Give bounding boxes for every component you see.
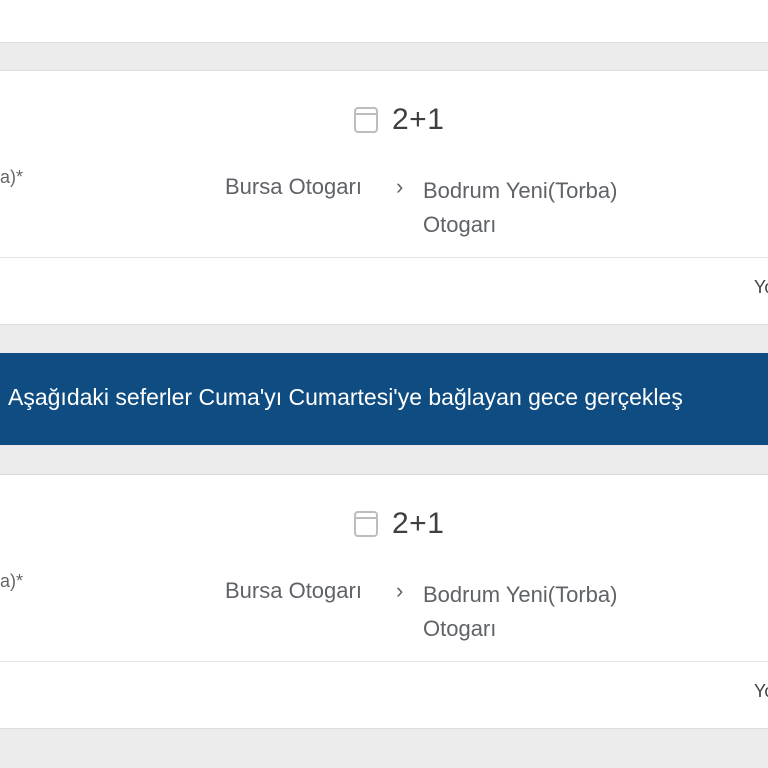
trip-card-main[interactable]: a)* 2+1 Bursa Otogarı › Bodrum Yeni(Torb… (0, 475, 768, 661)
trip-card[interactable]: a)* 2+1 Bursa Otogarı › Bodrum Yeni(Torb… (0, 474, 768, 729)
trip-left-fragment: a)* (0, 571, 24, 591)
route: Bursa Otogarı › Bodrum Yeni(Torba) Otoga… (225, 578, 685, 658)
chevron-right-icon: › (396, 174, 404, 199)
trip-right-fragment: Yo (754, 277, 768, 297)
seat-layout: 2+1 (352, 103, 444, 137)
page: a)* 2+1 Bursa Otogarı › Bodrum Yeni(Torb… (0, 0, 768, 768)
seat-icon (354, 511, 378, 537)
card-divider (0, 661, 768, 662)
seat-layout: 2+1 (352, 507, 444, 541)
trip-card[interactable]: a)* 2+1 Bursa Otogarı › Bodrum Yeni(Torb… (0, 70, 768, 325)
trip-left-fragment: a)* (0, 167, 24, 187)
notice-text: Aşağıdaki seferler Cuma'yı Cumartesi'ye … (8, 384, 683, 410)
top-bar (0, 0, 768, 43)
route: Bursa Otogarı › Bodrum Yeni(Torba) Otoga… (225, 174, 685, 254)
seat-icon (354, 107, 378, 133)
chevron-right-icon: › (396, 578, 404, 603)
card-divider (0, 257, 768, 258)
route-origin: Bursa Otogarı (225, 174, 362, 199)
trip-card-main[interactable]: a)* 2+1 Bursa Otogarı › Bodrum Yeni(Torb… (0, 71, 768, 257)
route-origin: Bursa Otogarı (225, 578, 362, 603)
route-destination: Bodrum Yeni(Torba) Otogarı (423, 178, 618, 237)
seat-layout-label: 2+1 (392, 507, 445, 540)
overnight-notice-banner: Aşağıdaki seferler Cuma'yı Cumartesi'ye … (0, 353, 768, 445)
route-destination: Bodrum Yeni(Torba) Otogarı (423, 582, 618, 641)
seat-layout-label: 2+1 (392, 103, 445, 136)
trip-right-fragment: Yo (754, 681, 768, 701)
